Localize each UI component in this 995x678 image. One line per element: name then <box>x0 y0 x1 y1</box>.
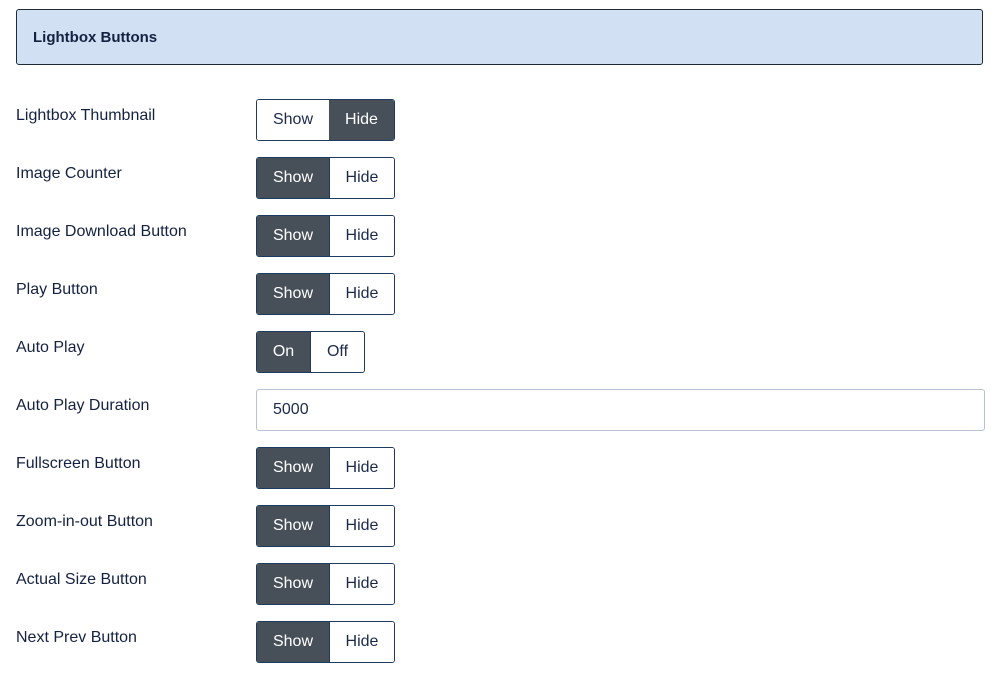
auto-play-off-button[interactable]: Off <box>310 332 364 372</box>
lightbox-thumbnail-show-button[interactable]: Show <box>257 100 329 140</box>
lightbox-thumbnail-toggle: Show Hide <box>256 99 395 141</box>
zoom-show-button[interactable]: Show <box>257 506 329 546</box>
actual-size-toggle: Show Hide <box>256 563 395 605</box>
setting-row-image-counter: Image Counter Show Hide <box>0 157 995 199</box>
auto-play-toggle: On Off <box>256 331 365 373</box>
setting-row-image-download: Image Download Button Show Hide <box>0 215 995 257</box>
image-counter-show-button[interactable]: Show <box>257 158 329 198</box>
setting-row-next-prev: Next Prev Button Show Hide <box>0 621 995 663</box>
actual-size-show-button[interactable]: Show <box>257 564 329 604</box>
actual-size-hide-button[interactable]: Hide <box>329 564 394 604</box>
setting-row-play-button: Play Button Show Hide <box>0 273 995 315</box>
setting-row-auto-play-duration: Auto Play Duration <box>0 389 995 431</box>
setting-label: Image Counter <box>16 165 122 182</box>
setting-row-auto-play: Auto Play On Off <box>0 331 995 373</box>
setting-label: Auto Play Duration <box>16 397 150 414</box>
image-download-show-button[interactable]: Show <box>257 216 329 256</box>
next-prev-show-button[interactable]: Show <box>257 622 329 662</box>
play-button-toggle: Show Hide <box>256 273 395 315</box>
next-prev-toggle: Show Hide <box>256 621 395 663</box>
setting-row-actual-size: Actual Size Button Show Hide <box>0 563 995 605</box>
image-download-hide-button[interactable]: Hide <box>329 216 394 256</box>
setting-label: Image Download Button <box>16 223 187 240</box>
play-button-show-button[interactable]: Show <box>257 274 329 314</box>
setting-label: Play Button <box>16 281 98 298</box>
setting-row-fullscreen: Fullscreen Button Show Hide <box>0 447 995 489</box>
auto-play-duration-input[interactable] <box>256 389 985 431</box>
image-counter-toggle: Show Hide <box>256 157 395 199</box>
panel-header: Lightbox Buttons <box>16 9 983 65</box>
lightbox-thumbnail-hide-button[interactable]: Hide <box>329 100 394 140</box>
setting-label: Actual Size Button <box>16 571 147 588</box>
fullscreen-hide-button[interactable]: Hide <box>329 448 394 488</box>
setting-label: Auto Play <box>16 339 85 356</box>
zoom-hide-button[interactable]: Hide <box>329 506 394 546</box>
next-prev-hide-button[interactable]: Hide <box>329 622 394 662</box>
image-download-toggle: Show Hide <box>256 215 395 257</box>
image-counter-hide-button[interactable]: Hide <box>329 158 394 198</box>
setting-label: Fullscreen Button <box>16 455 141 472</box>
setting-label: Next Prev Button <box>16 629 137 646</box>
fullscreen-show-button[interactable]: Show <box>257 448 329 488</box>
setting-row-zoom: Zoom-in-out Button Show Hide <box>0 505 995 547</box>
play-button-hide-button[interactable]: Hide <box>329 274 394 314</box>
zoom-toggle: Show Hide <box>256 505 395 547</box>
setting-label: Zoom-in-out Button <box>16 513 153 530</box>
fullscreen-toggle: Show Hide <box>256 447 395 489</box>
auto-play-on-button[interactable]: On <box>257 332 310 372</box>
setting-label: Lightbox Thumbnail <box>16 107 156 124</box>
setting-row-lightbox-thumbnail: Lightbox Thumbnail Show Hide <box>0 99 995 141</box>
panel-title: Lightbox Buttons <box>33 29 158 46</box>
